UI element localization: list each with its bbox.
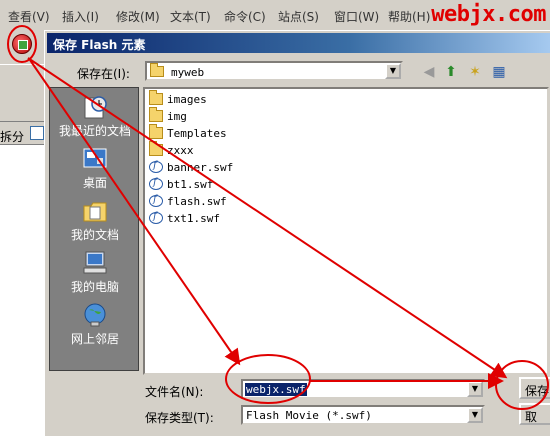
file-name: bt1.swf [167,178,214,191]
menu-site[interactable]: 站点(S) [278,8,319,25]
file-type-value: Flash Movie (*.swf) [246,409,372,422]
brand-watermark: webjx.com [431,2,546,27]
folder-icon [149,141,163,156]
list-item[interactable]: images [149,90,207,109]
save-button[interactable]: 保存 [519,377,550,399]
back-icon[interactable]: ◀ [419,63,439,81]
menu-view[interactable]: 查看(V) [8,8,50,25]
file-type-dropdown[interactable]: Flash Movie (*.swf) ▼ [241,405,485,425]
swf-file-icon [149,211,163,224]
place-desktop[interactable]: 桌面 [50,146,140,196]
chevron-down-icon[interactable]: ▼ [467,381,483,397]
file-name: Templates [167,127,227,140]
chevron-down-icon[interactable]: ▼ [467,407,483,423]
list-item[interactable]: bt1.swf [149,177,214,194]
place-label: 我的文档 [70,228,119,242]
list-item[interactable]: Templates [149,124,227,143]
background-editor-panel: 拆分 [0,30,44,436]
split-view-label[interactable]: 拆分 [0,128,24,145]
save-in-value: myweb [171,66,205,79]
place-network[interactable]: 网上邻居 [50,302,140,352]
swf-file-icon [149,177,163,190]
save-flash-dialog: 保存 Flash 元素 保存在(I): myweb ▼ ◀ ⬆ ✶ ▦ 我最近的… [44,30,550,436]
file-type-label: 保存类型(T): [145,411,214,425]
place-label: 桌面 [82,176,107,190]
background-document-area [0,144,44,436]
file-name: txt1.swf [167,212,220,225]
cancel-button[interactable]: 取 [519,403,550,425]
background-toolbar-panel [0,64,44,122]
view-menu-icon[interactable]: ▦ [489,63,509,81]
menu-modify[interactable]: 修改(M) [116,8,160,25]
save-in-label: 保存在(I): [77,67,130,81]
recent-documents-icon [81,94,109,120]
chevron-down-icon[interactable]: ▼ [385,63,401,79]
menu-text[interactable]: 文本(T) [170,8,211,25]
menu-commands[interactable]: 命令(C) [224,8,266,25]
folder-icon [149,124,163,139]
menu-insert[interactable]: 插入(I) [62,8,99,25]
save-in-dropdown[interactable]: myweb ▼ [145,61,403,81]
file-name: img [167,110,187,123]
design-view-icon[interactable] [30,126,44,140]
my-computer-icon [81,250,109,276]
folder-icon [149,107,163,122]
list-item[interactable]: banner.swf [149,160,234,177]
place-label: 我最近的文档 [58,124,131,138]
place-my-documents[interactable]: 我的文档 [50,198,140,248]
place-label: 网上邻居 [70,332,119,346]
my-documents-icon [81,198,109,224]
places-bar: 我最近的文档 桌面 我的文档 我的电脑 网上邻居 [49,87,139,371]
place-my-computer[interactable]: 我的电脑 [50,250,140,300]
menu-help[interactable]: 帮助(H) [388,8,430,25]
flash-element-icon[interactable] [12,34,32,54]
file-list[interactable]: images img Templates zxxx banner.swf bt1… [143,87,549,375]
file-name-value: webjx.swf [245,383,307,396]
list-item[interactable]: txt1.swf [149,211,220,228]
file-name-input[interactable]: webjx.swf ▼ [241,379,485,399]
file-name: images [167,93,207,106]
folder-icon [149,90,163,105]
menu-window[interactable]: 窗口(W) [334,8,379,25]
file-name-label: 文件名(N): [145,385,204,399]
dialog-title: 保存 Flash 元素 [53,38,146,52]
desktop-icon [81,146,109,172]
file-name: zxxx [167,144,194,157]
file-name: flash.swf [167,195,227,208]
network-places-icon [81,302,109,328]
place-recent-documents[interactable]: 我最近的文档 [50,94,140,144]
dialog-titlebar: 保存 Flash 元素 [47,33,550,53]
up-folder-icon[interactable]: ⬆ [441,63,461,81]
swf-file-icon [149,194,163,207]
folder-icon [150,63,164,77]
file-name: banner.swf [167,161,234,174]
list-item[interactable]: flash.swf [149,194,227,211]
new-folder-icon[interactable]: ✶ [465,63,485,81]
list-item[interactable]: zxxx [149,141,194,160]
place-label: 我的电脑 [70,280,119,294]
swf-file-icon [149,160,163,173]
